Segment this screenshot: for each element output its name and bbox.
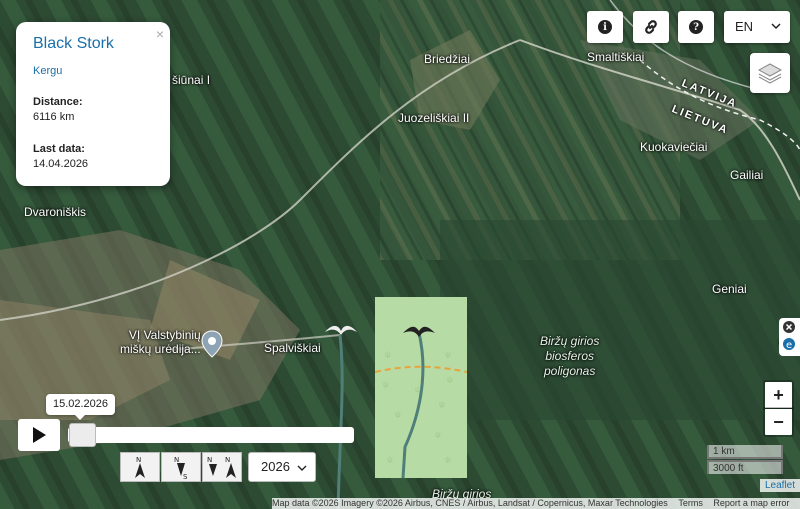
place-label-kuokavieciai: Kuokaviečiai bbox=[640, 140, 708, 154]
place-label-juozeliskiai: Juozeliškiai II bbox=[398, 111, 470, 125]
forest-label-line3: poligonas bbox=[543, 364, 596, 378]
svg-text:ψ: ψ bbox=[439, 400, 445, 409]
help-button[interactable]: ? bbox=[678, 11, 714, 43]
attribution-bar: Map data ©2026 Imagery ©2026 Airbus, CNE… bbox=[272, 498, 800, 509]
play-icon bbox=[33, 427, 46, 443]
distance-label: Distance: bbox=[33, 96, 83, 108]
timeline-slider[interactable] bbox=[68, 427, 354, 443]
south-arrow-icon: N S bbox=[174, 456, 188, 480]
zoom-in-button[interactable]: + bbox=[763, 380, 794, 410]
timeline-date-tooltip: 15.02.2026 bbox=[46, 394, 115, 420]
share-link-button[interactable] bbox=[633, 11, 669, 43]
svg-text:ψ: ψ bbox=[445, 455, 451, 464]
direction-northsouth-button[interactable]: N N bbox=[202, 452, 242, 482]
report-error-link[interactable]: Report a map error bbox=[713, 498, 789, 508]
popup-bird-name-link[interactable]: Kergu bbox=[33, 65, 62, 77]
terms-link[interactable]: Terms bbox=[678, 498, 703, 508]
office-label: VĮ Valstybinių miškų urėdija... bbox=[120, 328, 201, 356]
popup-title: Black Stork bbox=[33, 35, 114, 52]
layers-button[interactable] bbox=[750, 53, 790, 93]
forest-label-line2: biosferos bbox=[545, 349, 595, 363]
office-label-line2: miškų urėdija... bbox=[120, 342, 201, 356]
last-data-label: Last data: bbox=[33, 143, 85, 155]
svg-text:N: N bbox=[174, 456, 179, 464]
side-widget[interactable]: e bbox=[779, 318, 800, 356]
scale-metric: 1 km bbox=[707, 445, 783, 459]
office-label-line1: VĮ Valstybinių bbox=[128, 328, 201, 342]
chevron-down-icon bbox=[771, 23, 781, 30]
layers-icon bbox=[757, 63, 783, 84]
forest-label-line1: Biržų girios bbox=[540, 334, 600, 348]
year-value: 2026 bbox=[261, 459, 290, 474]
distance-value: 6116 km bbox=[33, 111, 75, 123]
attribution-text: Map data ©2026 Imagery ©2026 Airbus, CNE… bbox=[272, 498, 668, 508]
direction-south-button[interactable]: N S bbox=[161, 452, 201, 482]
svg-text:e: e bbox=[786, 340, 792, 351]
language-value: EN bbox=[735, 19, 754, 34]
svg-text:ψ: ψ bbox=[415, 385, 421, 394]
play-button[interactable] bbox=[18, 419, 60, 451]
place-label-dvoroniskis: Dvaroniškis bbox=[24, 205, 87, 219]
svg-text:ψ: ψ bbox=[395, 410, 401, 419]
place-label-gailiai: Gailiai bbox=[730, 168, 764, 182]
svg-text:N: N bbox=[207, 456, 212, 464]
e-badge-icon[interactable]: e bbox=[782, 337, 796, 351]
language-select[interactable]: EN bbox=[724, 11, 790, 43]
last-data-value: 14.04.2026 bbox=[33, 158, 89, 170]
info-icon: i bbox=[598, 20, 612, 34]
svg-text:ψ: ψ bbox=[447, 375, 453, 384]
svg-text:ψ: ψ bbox=[387, 455, 393, 464]
place-label-smaltiskiai: Smaltiškiai bbox=[587, 50, 645, 64]
svg-text:N: N bbox=[225, 456, 230, 464]
north-south-arrows-icon: N N bbox=[207, 456, 236, 478]
svg-text:ψ: ψ bbox=[385, 350, 391, 359]
north-arrow-icon: N bbox=[135, 456, 145, 478]
link-icon bbox=[645, 20, 657, 34]
svg-text:ψ: ψ bbox=[445, 350, 451, 359]
year-select[interactable]: 2026 bbox=[248, 452, 316, 482]
svg-text:S: S bbox=[183, 473, 188, 480]
place-label-geniai: Geniai bbox=[712, 282, 747, 296]
stork-marker-icon[interactable] bbox=[324, 322, 358, 338]
place-label-spalviskiai: Spalviškiai bbox=[264, 341, 321, 355]
info-button[interactable]: i bbox=[587, 11, 623, 43]
help-icon: ? bbox=[689, 20, 703, 34]
bird-info-popup: × Black Stork Kergu Distance: 6116 km La… bbox=[16, 22, 170, 186]
track-preview-panel: ψ ψ ψ ψ ψ ψ ψ ψ ψ ψ bbox=[374, 297, 468, 479]
popup-close-button[interactable]: × bbox=[156, 26, 164, 42]
svg-text:ψ: ψ bbox=[383, 380, 389, 389]
chevron-down-icon bbox=[297, 465, 307, 471]
north-letter: N bbox=[136, 456, 141, 464]
place-label-briedziai: Briedžiai bbox=[424, 52, 471, 66]
leaflet-link[interactable]: Leaflet bbox=[760, 479, 800, 492]
zoom-out-button[interactable]: − bbox=[763, 407, 794, 437]
direction-north-button[interactable]: N bbox=[120, 452, 160, 482]
timeline-slider-handle[interactable] bbox=[69, 423, 96, 447]
svg-text:ψ: ψ bbox=[435, 430, 441, 439]
scale-imperial: 3000 ft bbox=[707, 460, 783, 474]
close-circle-icon[interactable] bbox=[782, 320, 796, 334]
location-pin-icon[interactable] bbox=[201, 330, 223, 358]
forest-area-label: Biržų girios biosferos poligonas bbox=[540, 334, 599, 379]
place-label-siunai: šiūnai I bbox=[172, 73, 211, 87]
track-preview-svg: ψ ψ ψ ψ ψ ψ ψ ψ ψ ψ bbox=[374, 326, 468, 479]
